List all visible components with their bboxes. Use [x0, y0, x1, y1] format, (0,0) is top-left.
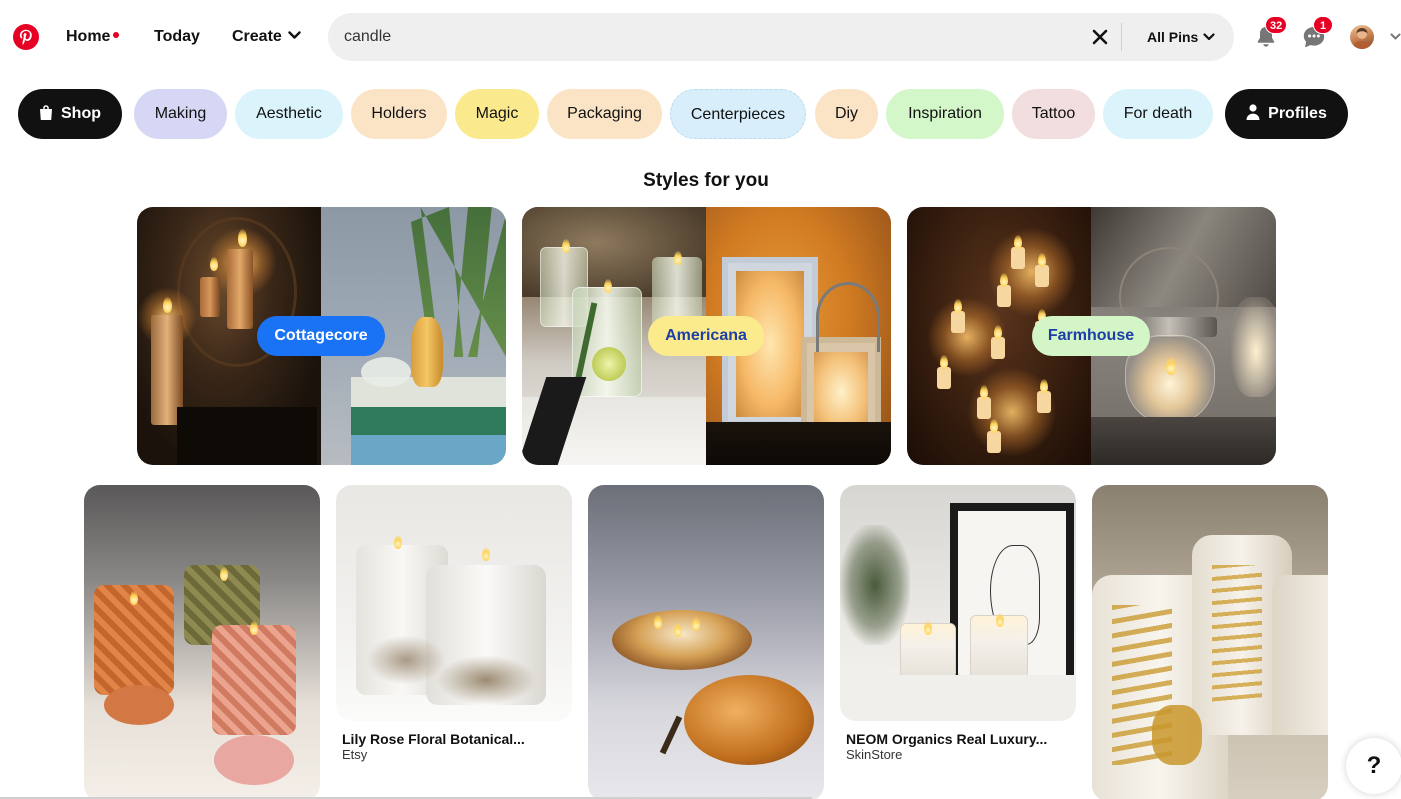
- style-label-pill[interactable]: Cottagecore: [257, 316, 385, 356]
- messages-count-badge: 1: [1313, 16, 1333, 34]
- chip-holders[interactable]: Holders: [351, 89, 447, 139]
- pin-source[interactable]: Etsy: [342, 746, 367, 764]
- search-filter-label: All Pins: [1147, 29, 1199, 45]
- pin-image: [84, 485, 320, 799]
- top-nav-bar: Home Today Create All Pins 32 1: [0, 0, 1401, 74]
- pin-image: [336, 485, 572, 721]
- pin-card[interactable]: [588, 485, 824, 799]
- chip-magic[interactable]: Magic: [455, 89, 539, 139]
- chip-shop[interactable]: Shop: [18, 89, 122, 139]
- pin-source[interactable]: SkinStore: [846, 746, 902, 764]
- style-label-pill[interactable]: Americana: [648, 316, 764, 356]
- chip-profiles[interactable]: Profiles: [1225, 89, 1348, 139]
- notifications-button[interactable]: 32: [1253, 16, 1288, 50]
- chip-label: Profiles: [1268, 105, 1327, 122]
- chip-diy[interactable]: Diy: [815, 89, 878, 139]
- nav-today-link[interactable]: Today: [154, 26, 200, 48]
- chip-centerpieces[interactable]: Centerpieces: [670, 89, 806, 139]
- account-chevron-down-icon[interactable]: [1390, 31, 1401, 42]
- style-card-cottagecore[interactable]: Cottagecore: [137, 207, 506, 465]
- chip-inspiration[interactable]: Inspiration: [886, 89, 1004, 139]
- new-content-dot-icon: [113, 31, 120, 38]
- pin-card[interactable]: [84, 485, 320, 799]
- shopping-bag-icon: [40, 104, 52, 120]
- nav-create-label: Create: [232, 28, 282, 45]
- notifications-count-badge: 32: [1265, 16, 1288, 34]
- chip-aesthetic[interactable]: Aesthetic: [235, 89, 343, 139]
- pinterest-logo-icon[interactable]: [13, 24, 39, 50]
- chip-packaging[interactable]: Packaging: [547, 89, 662, 139]
- pin-card[interactable]: [1092, 485, 1328, 799]
- styles-section-title: Styles for you: [643, 170, 769, 191]
- chip-for-death[interactable]: For death: [1103, 89, 1213, 139]
- pin-image: [588, 485, 824, 799]
- style-card-farmhouse[interactable]: Farmhouse: [907, 207, 1276, 465]
- help-button[interactable]: ?: [1346, 738, 1401, 794]
- search-input[interactable]: [344, 25, 1084, 49]
- chip-making[interactable]: Making: [134, 89, 227, 139]
- style-card-americana[interactable]: Americana: [522, 207, 891, 465]
- pin-image: [1092, 485, 1328, 799]
- nav-create-dropdown[interactable]: Create: [232, 26, 301, 48]
- chevron-down-icon: [288, 31, 301, 39]
- search-bar: All Pins: [328, 13, 1234, 61]
- clear-search-icon[interactable]: [1090, 27, 1110, 47]
- search-filter-dropdown[interactable]: All Pins: [1147, 27, 1215, 47]
- style-label-pill[interactable]: Farmhouse: [1032, 316, 1150, 356]
- chip-label: Shop: [61, 105, 101, 122]
- messages-button[interactable]: 1: [1301, 16, 1333, 50]
- search-divider: [1121, 23, 1122, 51]
- person-icon: [1246, 104, 1260, 120]
- nav-home-link[interactable]: Home: [66, 26, 120, 48]
- user-avatar[interactable]: [1350, 25, 1374, 49]
- nav-home-label: Home: [66, 28, 111, 45]
- pin-title[interactable]: Lily Rose Floral Botanical...: [342, 730, 525, 748]
- chip-tattoo[interactable]: Tattoo: [1012, 89, 1095, 139]
- chevron-down-icon: [1203, 33, 1215, 41]
- pin-image: [840, 485, 1076, 721]
